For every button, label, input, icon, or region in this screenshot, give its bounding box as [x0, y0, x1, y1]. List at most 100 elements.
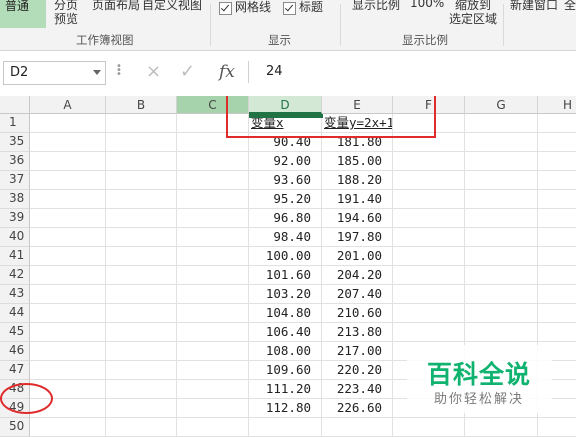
grid-cell[interactable]	[106, 285, 177, 304]
cell-e[interactable]: 213.80	[322, 323, 393, 342]
grid-cell[interactable]	[538, 171, 576, 190]
row-header[interactable]: 36	[0, 152, 30, 171]
grid-cell[interactable]	[465, 133, 538, 152]
grid-cell[interactable]	[30, 418, 106, 437]
grid-cell[interactable]	[30, 152, 106, 171]
page-layout-button[interactable]: 页面布局	[92, 0, 140, 13]
formula-input[interactable]: 24	[248, 61, 576, 83]
cell-d[interactable]: 109.60	[249, 361, 322, 380]
enter-icon[interactable]: ✓	[180, 61, 195, 83]
grid-cell[interactable]	[30, 228, 106, 247]
cell-e[interactable]: 223.40	[322, 380, 393, 399]
row-header[interactable]: 44	[0, 304, 30, 323]
grid-cell[interactable]	[106, 133, 177, 152]
grid-cell[interactable]	[538, 418, 576, 437]
row-header[interactable]: 50	[0, 418, 30, 437]
grid-cell[interactable]	[30, 304, 106, 323]
grid-cell[interactable]	[465, 418, 538, 437]
grid-cell[interactable]	[177, 285, 249, 304]
grid-cell[interactable]	[538, 228, 576, 247]
grid-cell[interactable]	[538, 247, 576, 266]
grid-cell[interactable]	[393, 418, 465, 437]
cell-e[interactable]: 210.60	[322, 304, 393, 323]
grid-cell[interactable]	[538, 266, 576, 285]
cancel-icon[interactable]: ×	[146, 61, 161, 83]
grid-cell[interactable]	[30, 209, 106, 228]
grid-cell[interactable]	[177, 247, 249, 266]
grid-cell[interactable]	[106, 152, 177, 171]
grid-cell[interactable]	[30, 323, 106, 342]
grid-cell[interactable]	[30, 342, 106, 361]
normal-view-button[interactable]: 普通	[0, 0, 46, 28]
grid-cell[interactable]	[106, 209, 177, 228]
grid-cell[interactable]	[465, 266, 538, 285]
grid-cell[interactable]	[465, 285, 538, 304]
grid-cell[interactable]	[177, 418, 249, 437]
grid-cell[interactable]	[465, 190, 538, 209]
grid-cell[interactable]	[538, 133, 576, 152]
cell-d[interactable]	[249, 418, 322, 437]
cell-d[interactable]: 101.60	[249, 266, 322, 285]
grid-cell[interactable]	[538, 114, 576, 133]
grid-cell[interactable]	[538, 323, 576, 342]
column-header-g[interactable]: G	[465, 96, 538, 114]
grid-cell[interactable]	[106, 399, 177, 418]
grid-cell[interactable]	[106, 342, 177, 361]
row-header[interactable]: 41	[0, 247, 30, 266]
cell-d[interactable]: 103.20	[249, 285, 322, 304]
grid-cell[interactable]	[106, 266, 177, 285]
row-header[interactable]: 46	[0, 342, 30, 361]
grid-cell[interactable]	[30, 266, 106, 285]
cell-e[interactable]: 201.00	[322, 247, 393, 266]
grid-cell[interactable]	[465, 171, 538, 190]
grid-cell[interactable]	[30, 171, 106, 190]
grid-cell[interactable]	[177, 342, 249, 361]
grid-cell[interactable]	[465, 323, 538, 342]
grid-cell[interactable]	[393, 323, 465, 342]
row-header[interactable]: 45	[0, 323, 30, 342]
cell-e[interactable]: 207.40	[322, 285, 393, 304]
grid-cell[interactable]	[177, 399, 249, 418]
grid-cell[interactable]	[106, 380, 177, 399]
grid-cell[interactable]	[106, 247, 177, 266]
row-header[interactable]: 40	[0, 228, 30, 247]
insert-function-icon[interactable]: fx	[219, 61, 235, 83]
select-all-corner[interactable]	[0, 96, 30, 114]
grid-cell[interactable]	[393, 152, 465, 171]
cell-d[interactable]: 106.40	[249, 323, 322, 342]
grid-cell[interactable]	[177, 266, 249, 285]
grid-cell[interactable]	[106, 228, 177, 247]
grid-cell[interactable]	[393, 266, 465, 285]
row-header[interactable]: 39	[0, 209, 30, 228]
cell-e[interactable]	[322, 418, 393, 437]
grid-cell[interactable]	[106, 323, 177, 342]
grid-cell[interactable]	[106, 114, 177, 133]
grid-cell[interactable]	[393, 304, 465, 323]
grid-cell[interactable]	[30, 361, 106, 380]
new-window-button[interactable]: 新建窗口	[510, 0, 558, 13]
headings-checkbox[interactable]	[283, 2, 296, 15]
zoom-100-button[interactable]: 100%	[410, 0, 444, 10]
grid-cell[interactable]	[30, 247, 106, 266]
row-header[interactable]: 38	[0, 190, 30, 209]
grid-cell[interactable]	[465, 228, 538, 247]
grid-cell[interactable]	[465, 152, 538, 171]
grid-cell[interactable]	[538, 152, 576, 171]
cell-e[interactable]: 204.20	[322, 266, 393, 285]
row-header[interactable]: 37	[0, 171, 30, 190]
arrange-all-button[interactable]: 全	[564, 0, 576, 13]
row-header[interactable]: 42	[0, 266, 30, 285]
cell-e[interactable]: 220.20	[322, 361, 393, 380]
grid-cell[interactable]	[30, 285, 106, 304]
grid-cell[interactable]	[177, 304, 249, 323]
cell-e[interactable]: 226.60	[322, 399, 393, 418]
column-header-a[interactable]: A	[30, 96, 106, 114]
name-box[interactable]: D2	[3, 61, 106, 85]
cell-d[interactable]: 111.20	[249, 380, 322, 399]
grid-cell[interactable]	[106, 190, 177, 209]
page-break-preview-label-2[interactable]: 预览	[54, 10, 78, 27]
row-header[interactable]: 43	[0, 285, 30, 304]
grid-cell[interactable]	[538, 304, 576, 323]
cell-d[interactable]: 96.80	[249, 209, 322, 228]
cell-e[interactable]: 194.60	[322, 209, 393, 228]
